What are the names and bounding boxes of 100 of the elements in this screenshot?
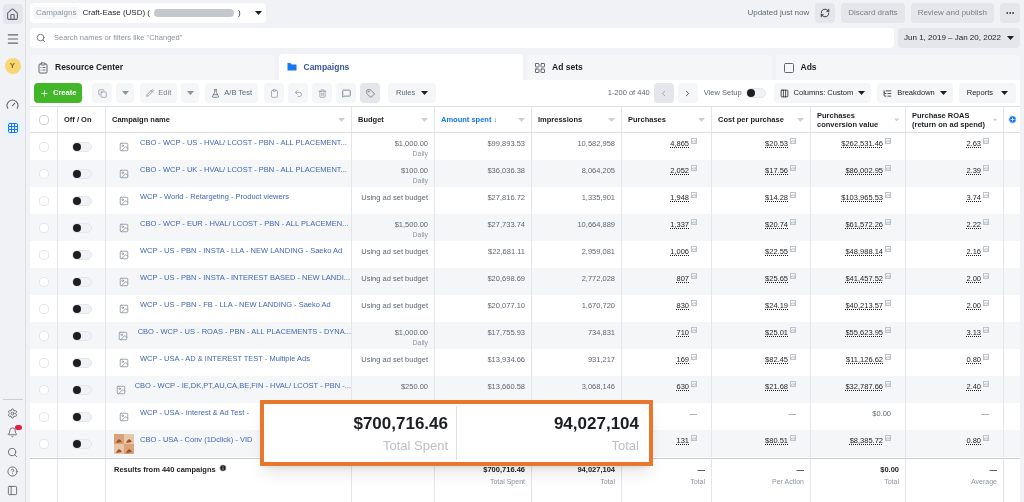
checkbox[interactable] bbox=[38, 276, 49, 287]
checkbox[interactable] bbox=[38, 384, 49, 395]
checkbox[interactable] bbox=[38, 249, 49, 260]
checkbox[interactable] bbox=[38, 357, 49, 368]
toggle-switch[interactable] bbox=[71, 357, 92, 368]
grid-icon[interactable] bbox=[2, 119, 23, 137]
add-column-icon[interactable] bbox=[1007, 115, 1017, 124]
chart-icon bbox=[790, 381, 796, 387]
callout-label: Total bbox=[611, 437, 639, 455]
clipboard-icon[interactable] bbox=[264, 83, 285, 103]
dropdown-toggle[interactable] bbox=[181, 83, 200, 103]
toggle-switch[interactable] bbox=[71, 195, 92, 206]
menu-icon[interactable] bbox=[5, 32, 20, 46]
tab[interactable]: Ad sets bbox=[527, 55, 772, 80]
chart-icon bbox=[885, 354, 891, 360]
toggle-switch[interactable] bbox=[71, 438, 92, 449]
chart-icon bbox=[885, 192, 891, 198]
comment-icon[interactable] bbox=[336, 83, 357, 103]
gauge-icon[interactable] bbox=[6, 98, 19, 111]
toggle-switch[interactable] bbox=[745, 88, 766, 98]
date-range-picker[interactable]: Jun 1, 2019 – Jan 20, 2022 bbox=[898, 28, 1020, 48]
toggle-switch[interactable] bbox=[71, 303, 92, 314]
checkbox[interactable] bbox=[38, 195, 49, 206]
image-icon bbox=[116, 384, 127, 395]
checkbox[interactable] bbox=[38, 330, 49, 341]
image-icon bbox=[119, 141, 129, 152]
toggle-switch[interactable] bbox=[71, 276, 92, 287]
chart-icon bbox=[885, 381, 891, 387]
folder-icon bbox=[285, 61, 298, 73]
chart-icon bbox=[691, 138, 697, 144]
chart-icon bbox=[983, 327, 989, 333]
account-selector[interactable]: Campaigns Craft-Ease (USD) ( ) bbox=[30, 3, 266, 23]
caret-icon bbox=[121, 91, 129, 95]
caret-icon bbox=[608, 117, 615, 122]
chart-icon bbox=[691, 354, 697, 360]
tab[interactable]: Ads bbox=[775, 55, 1020, 80]
caret-icon bbox=[254, 11, 262, 15]
chart-icon bbox=[983, 192, 989, 198]
search-icon[interactable] bbox=[7, 447, 18, 458]
chart-icon bbox=[885, 300, 891, 306]
image-icon bbox=[119, 276, 129, 287]
refresh-icon[interactable] bbox=[815, 3, 836, 23]
grid-icon bbox=[534, 61, 546, 74]
chart-icon bbox=[790, 192, 796, 198]
help-icon[interactable] bbox=[7, 466, 18, 477]
image-icon bbox=[117, 330, 128, 341]
checkbox[interactable] bbox=[38, 411, 49, 422]
more-icon[interactable] bbox=[1000, 3, 1020, 23]
chart-icon bbox=[983, 273, 989, 279]
caret-icon bbox=[338, 117, 345, 122]
chart-icon bbox=[983, 219, 989, 225]
chart-icon bbox=[885, 246, 891, 252]
chart-icon bbox=[790, 219, 796, 225]
chart-icon bbox=[885, 219, 891, 225]
undo-icon[interactable] bbox=[288, 83, 309, 103]
chart-icon bbox=[790, 273, 796, 279]
caret-icon bbox=[939, 91, 947, 95]
tab[interactable]: Resource Center bbox=[30, 55, 275, 80]
image-icon bbox=[119, 357, 129, 368]
settings-icon[interactable] bbox=[7, 408, 18, 419]
image-icon bbox=[119, 222, 129, 233]
checkbox[interactable] bbox=[38, 114, 49, 125]
chart-icon bbox=[691, 435, 697, 441]
chart-icon bbox=[983, 354, 989, 360]
panel-icon[interactable] bbox=[7, 485, 18, 496]
dropdown-toggle[interactable] bbox=[116, 83, 135, 103]
caret-icon bbox=[797, 117, 804, 122]
checkbox[interactable] bbox=[38, 303, 49, 314]
chart-icon bbox=[691, 300, 697, 306]
toggle-switch[interactable] bbox=[71, 330, 92, 341]
toggle-switch[interactable] bbox=[71, 141, 92, 152]
pencil-icon bbox=[146, 89, 155, 97]
caret-icon bbox=[421, 91, 429, 95]
toggle-switch[interactable] bbox=[71, 249, 92, 260]
home-icon[interactable] bbox=[2, 4, 23, 24]
duplicate-icon[interactable] bbox=[92, 83, 113, 103]
checkbox[interactable] bbox=[38, 141, 49, 152]
info-icon[interactable] bbox=[218, 464, 227, 472]
trash-icon[interactable] bbox=[312, 83, 333, 103]
columns-icon bbox=[779, 88, 789, 98]
chart-icon bbox=[885, 273, 891, 279]
toggle-switch[interactable] bbox=[71, 222, 92, 233]
caret-icon bbox=[893, 117, 899, 122]
update-status: Updated just now bbox=[747, 7, 810, 19]
toggle-switch[interactable] bbox=[71, 411, 92, 422]
chart-icon bbox=[691, 327, 697, 333]
tag-icon[interactable] bbox=[360, 83, 381, 103]
chart-icon bbox=[691, 246, 697, 252]
tab[interactable]: Campaigns bbox=[278, 54, 523, 80]
notification-icon[interactable] bbox=[6, 427, 19, 439]
toggle-switch[interactable] bbox=[71, 168, 92, 179]
checkbox[interactable] bbox=[38, 168, 49, 179]
checkbox[interactable] bbox=[38, 438, 49, 449]
caret-icon bbox=[1001, 91, 1008, 95]
toggle-switch[interactable] bbox=[71, 384, 92, 395]
chart-icon bbox=[885, 327, 891, 333]
checkbox[interactable] bbox=[38, 222, 49, 233]
callout-value: $700,716.46 bbox=[353, 412, 448, 435]
image-icon bbox=[119, 195, 129, 206]
caret-icon bbox=[518, 117, 525, 122]
